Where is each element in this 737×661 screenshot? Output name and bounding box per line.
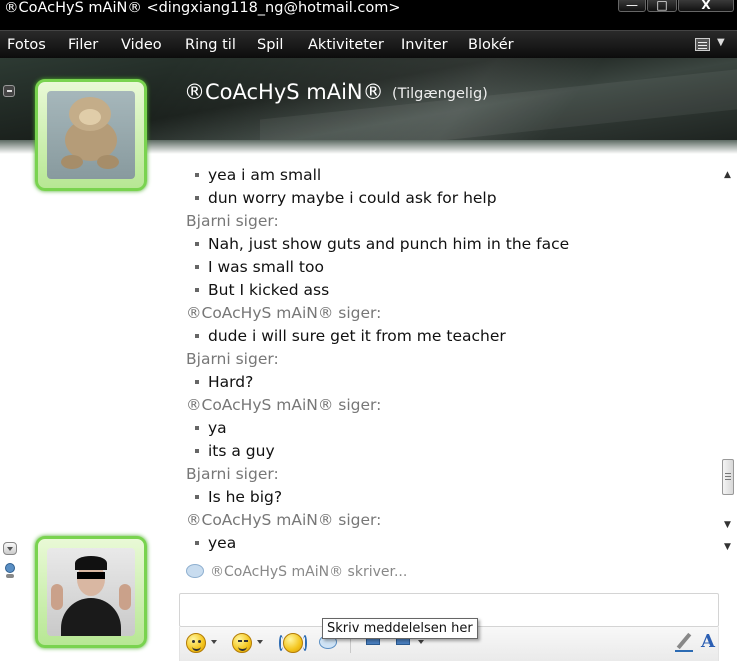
sender-label: Bjarni siger: xyxy=(184,463,714,486)
message-line: Hard? xyxy=(184,371,714,394)
message-text: Bjarni siger: xyxy=(186,350,279,368)
font-icon: A xyxy=(701,631,715,652)
message-line: I was small too xyxy=(184,256,714,279)
bullet-icon xyxy=(195,288,199,292)
sender-label: Bjarni siger: xyxy=(184,348,714,371)
message-line: dude i will sure get it from me teacher xyxy=(184,325,714,348)
scroll-thumb[interactable] xyxy=(722,459,734,495)
menu-bar: Fotos Filer Video Ring til Spil Aktivite… xyxy=(0,30,737,58)
chevron-down-icon: ▼ xyxy=(717,37,725,48)
message-text: But I kicked ass xyxy=(208,281,330,299)
message-text: yea i am small xyxy=(208,166,322,184)
menu-item-fotos[interactable]: Fotos xyxy=(7,36,46,54)
window-title: ®CoAcHyS mAiN® <dingxiang118_ng@hotmail.… xyxy=(4,0,401,16)
font-button[interactable]: A xyxy=(698,631,718,653)
maximize-icon[interactable]: □ xyxy=(647,0,677,12)
contact-status: (Tilgængelig) xyxy=(392,86,488,102)
handwriting-button[interactable] xyxy=(673,631,695,653)
smiley-icon xyxy=(186,633,206,653)
conversation-scrollbar[interactable]: ▲ ▼ ▼ xyxy=(718,166,737,558)
collapse-contact-icon[interactable] xyxy=(3,85,15,97)
message-text: Nah, just show guts and punch him in the… xyxy=(208,235,570,253)
message-line: yea xyxy=(184,532,714,555)
typing-indicator: ®CoAcHyS mAiN® skriver... xyxy=(186,562,407,582)
own-avatar[interactable] xyxy=(35,536,147,648)
message-line: ya xyxy=(184,417,714,440)
typing-text: ®CoAcHyS mAiN® skriver... xyxy=(210,564,408,580)
sender-label: ®CoAcHyS mAiN® siger: xyxy=(184,302,714,325)
contact-name: ®CoAcHyS mAiN® xyxy=(184,80,384,104)
bullet-icon xyxy=(195,265,199,269)
message-text: ya xyxy=(208,419,227,437)
menu-item-aktiviteter[interactable]: Aktiviteter xyxy=(308,36,384,54)
menu-item-inviter[interactable]: Inviter xyxy=(401,36,448,54)
scroll-down-icon[interactable]: ▼ xyxy=(724,520,731,530)
bullet-icon xyxy=(195,334,199,338)
collapse-self-icon[interactable] xyxy=(3,542,17,555)
message-line: Is he big? xyxy=(184,486,714,509)
contact-avatar[interactable] xyxy=(35,79,147,191)
menu-item-ring-til[interactable]: Ring til xyxy=(185,36,236,54)
bullet-icon xyxy=(195,449,199,453)
menu-item-spil[interactable]: Spil xyxy=(257,36,283,54)
nudge-icon xyxy=(283,633,303,653)
bullet-icon xyxy=(195,541,199,545)
menu-item-filer[interactable]: Filer xyxy=(68,36,98,54)
pen-icon xyxy=(676,632,692,650)
message-text: ®CoAcHyS mAiN® siger: xyxy=(186,304,382,322)
minimize-icon[interactable]: — xyxy=(618,0,646,12)
chevron-down-icon xyxy=(211,640,217,644)
bullet-icon xyxy=(195,380,199,384)
message-text: Bjarni siger: xyxy=(186,212,279,230)
bullet-icon xyxy=(195,196,199,200)
close-icon[interactable]: X xyxy=(678,0,734,12)
bullet-icon xyxy=(195,426,199,430)
message-text: Hard? xyxy=(208,373,254,391)
monkey-toy-picture xyxy=(47,91,135,179)
message-line: yea i am small xyxy=(184,164,714,187)
menu-item-video[interactable]: Video xyxy=(121,36,162,54)
chevron-down-icon xyxy=(257,640,263,644)
compose-tooltip: Skriv meddelelsen her xyxy=(322,618,478,639)
close-glyph: X xyxy=(701,0,711,12)
bullet-icon xyxy=(195,242,199,246)
message-line: dun worry maybe i could ask for help xyxy=(184,187,714,210)
emoticon-button[interactable] xyxy=(186,631,220,655)
sender-label: ®CoAcHyS mAiN® siger: xyxy=(184,394,714,417)
wink-icon xyxy=(232,633,252,653)
message-text: Is he big? xyxy=(208,488,283,506)
options-box-icon xyxy=(695,38,710,51)
message-line: Nah, just show guts and punch him in the… xyxy=(184,233,714,256)
speech-bubble-icon xyxy=(186,564,204,578)
minimize-glyph: — xyxy=(626,0,638,12)
conversation-history: yea i am small dun worry maybe i could as… xyxy=(184,164,714,555)
webcam-icon[interactable] xyxy=(4,563,16,579)
scroll-up-icon[interactable]: ▲ xyxy=(724,170,731,180)
chevron-down-icon xyxy=(418,640,424,644)
nudge-button[interactable] xyxy=(279,631,307,653)
message-text: ®CoAcHyS mAiN® siger: xyxy=(186,396,382,414)
message-text: dude i will sure get it from me teacher xyxy=(208,327,506,345)
message-line: its a guy xyxy=(184,440,714,463)
message-text: yea xyxy=(208,534,237,552)
message-text: Bjarni siger: xyxy=(186,465,279,483)
options-menu-icon[interactable]: ▼ xyxy=(693,35,725,55)
message-text: its a guy xyxy=(208,442,275,460)
message-line: But I kicked ass xyxy=(184,279,714,302)
sender-label: Bjarni siger: xyxy=(184,210,714,233)
message-text: dun worry maybe i could ask for help xyxy=(208,189,497,207)
menu-item-bloker[interactable]: Blokér xyxy=(468,36,514,54)
message-text: ®CoAcHyS mAiN® siger: xyxy=(186,511,382,529)
bullet-icon xyxy=(195,495,199,499)
maximize-glyph: □ xyxy=(656,0,668,12)
sender-label: ®CoAcHyS mAiN® siger: xyxy=(184,509,714,532)
person-picture xyxy=(47,548,135,636)
message-text: I was small too xyxy=(208,258,324,276)
title-bar: ®CoAcHyS mAiN® <dingxiang118_ng@hotmail.… xyxy=(0,0,737,30)
wink-button[interactable] xyxy=(232,631,266,655)
scroll-end-icon[interactable]: ▼ xyxy=(724,542,731,552)
bullet-icon xyxy=(195,173,199,177)
